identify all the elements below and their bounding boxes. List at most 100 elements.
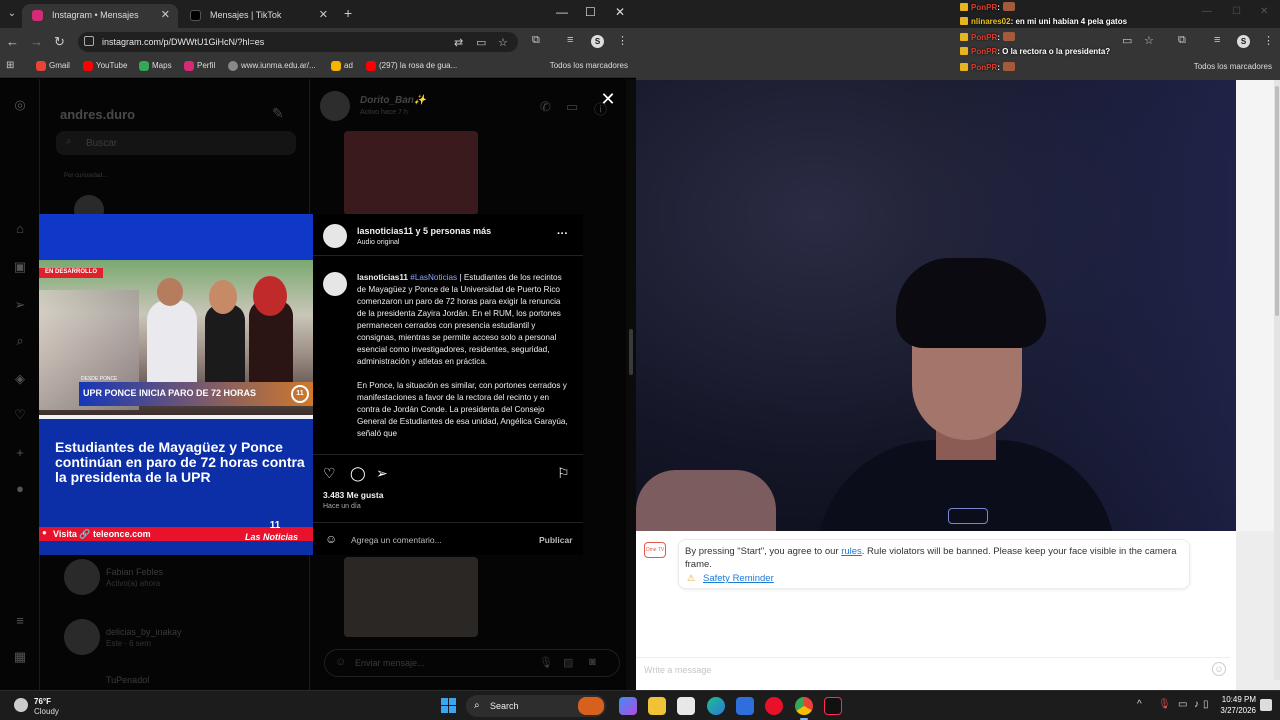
maximize-icon[interactable]: ☐ — [1232, 6, 1241, 17]
emoji-icon[interactable]: ☺ — [1212, 662, 1226, 676]
reload-icon[interactable]: ↻ — [54, 34, 65, 50]
call-icon[interactable]: ✆ — [540, 99, 551, 115]
author-avatar[interactable] — [323, 272, 347, 296]
save-bookmark-icon[interactable]: ⚐ — [557, 465, 570, 482]
minimize-icon[interactable]: — — [1202, 6, 1212, 17]
profile-avatar[interactable]: S — [591, 35, 604, 48]
account-username[interactable]: andres.duro — [60, 107, 135, 122]
message-input[interactable]: Write a message ☺ — [636, 657, 1230, 681]
extensions-icon[interactable]: ⧉ — [532, 34, 540, 47]
rules-link[interactable]: rules — [841, 546, 862, 557]
list-item[interactable]: TuPenadol — [64, 669, 294, 689]
home-icon[interactable]: ⌂ — [12, 221, 28, 237]
microphone-icon[interactable]: 🎙 — [539, 656, 553, 669]
weather-widget[interactable]: 76°F Cloudy — [14, 695, 94, 717]
heart-icon[interactable]: ♡ — [12, 407, 28, 423]
all-bookmarks[interactable]: Todos los marcadores — [536, 61, 628, 70]
like-count[interactable]: 3.483 Me gusta — [323, 490, 383, 500]
more-menu-icon[interactable]: ≡ — [12, 613, 28, 629]
clock[interactable]: 10:49 PM 3/27/2026 — [1212, 695, 1256, 715]
forward-icon[interactable]: → — [30, 34, 43, 49]
post-video[interactable]: EN DESARROLLO DESDE PONCE UPR PONCE INIC… — [39, 214, 313, 555]
direct-icon[interactable]: ➢ — [12, 297, 28, 313]
list-item[interactable]: Fabian Febles Activo(a) ahora — [64, 559, 294, 599]
bookmark-gmail[interactable]: Gmail — [36, 61, 70, 71]
media-icon[interactable]: ≡ — [1214, 34, 1220, 46]
apps-icon[interactable]: ⊞ — [6, 60, 14, 71]
scrollbar-thumb[interactable] — [1275, 86, 1279, 316]
taskbar-search[interactable]: ⌕ Search — [466, 695, 606, 717]
emoji-icon[interactable]: ☺ — [325, 532, 337, 546]
message-input[interactable]: ☺ Enviar mensaje... 🎙 ▨ ◙ — [324, 649, 620, 677]
search-icon[interactable]: ⌕ — [12, 333, 28, 349]
back-icon[interactable]: ← — [6, 34, 19, 49]
bookmark-maps[interactable]: Maps — [139, 61, 172, 71]
comment-input[interactable]: Agrega un comentario... — [351, 535, 442, 545]
bookmark-perfil[interactable]: Perfil — [184, 61, 215, 71]
create-icon[interactable]: + — [12, 445, 28, 461]
close-window-icon[interactable]: ✕ — [615, 5, 625, 19]
like-heart-icon[interactable]: ♡ — [323, 465, 336, 482]
note-bubble[interactable]: Por curiosidad... — [64, 171, 294, 225]
menu-icon[interactable]: ⋮ — [617, 34, 628, 47]
copilot-icon[interactable] — [619, 697, 637, 715]
shared-media[interactable] — [344, 131, 478, 215]
video-call-icon[interactable]: ▭ — [566, 99, 578, 115]
image-icon[interactable]: ▨ — [563, 656, 573, 669]
close-tab-icon[interactable]: ✕ — [319, 8, 328, 21]
sticker-icon[interactable]: ◙ — [589, 656, 596, 668]
close-tab-icon[interactable]: ✕ — [161, 8, 170, 21]
omnibox[interactable]: instagram.com/p/DWWtU1GiHcN/?hl=es ⇄ ▭ ☆ — [78, 32, 518, 52]
comment-icon[interactable]: ◯ — [350, 465, 366, 482]
profile-icon[interactable]: ● — [12, 481, 28, 497]
new-tab-icon[interactable]: + — [344, 5, 352, 21]
bookmark-star-icon[interactable]: ☆ — [498, 36, 508, 49]
list-item[interactable]: delicias_by_inakay Este · 6 sem — [64, 619, 294, 659]
search-input[interactable]: ⌕ Buscar — [56, 131, 296, 155]
battery-icon[interactable]: ▯ — [1203, 699, 1209, 710]
profile-avatar[interactable]: S — [1237, 35, 1250, 48]
microphone-icon[interactable]: 🎙 — [1158, 699, 1171, 710]
store-icon[interactable] — [677, 697, 695, 715]
scrollbar-thumb[interactable] — [629, 329, 633, 375]
maximize-icon[interactable]: ☐ — [585, 5, 596, 19]
publish-button[interactable]: Publicar — [539, 535, 573, 545]
bookmark-la-rosa[interactable]: (297) la rosa de gua... — [366, 61, 457, 71]
close-window-icon[interactable]: ✕ — [1260, 6, 1268, 17]
instagram-logo-icon[interactable]: ◎ — [12, 97, 28, 113]
author-line[interactable]: lasnoticias11 y 5 personas más — [357, 226, 491, 236]
shared-media[interactable] — [344, 557, 478, 637]
mail-icon[interactable] — [736, 697, 754, 715]
translate-icon[interactable]: ⇄ — [454, 36, 463, 49]
notification-icon[interactable] — [1260, 699, 1272, 711]
edge-icon[interactable] — [707, 697, 725, 715]
audio-link[interactable]: Audio original — [357, 239, 399, 246]
chrome-icon[interactable] — [795, 697, 813, 720]
tab-tiktok[interactable]: Mensajes | TikTok ✕ — [180, 4, 336, 28]
tiktok-icon[interactable] — [824, 697, 842, 715]
caption-hashtag[interactable]: #LasNoticias — [410, 273, 457, 282]
start-button[interactable] — [441, 698, 457, 714]
caption-username[interactable]: lasnoticias11 — [357, 273, 408, 282]
show-hidden-icons-icon[interactable]: ^ — [1137, 699, 1142, 710]
more-options-icon[interactable]: ··· — [557, 228, 568, 240]
bookmark-iunma[interactable]: www.iunma.edu.ar/... — [228, 61, 316, 71]
menu-icon[interactable]: ⋮ — [1263, 34, 1274, 47]
tab-instagram[interactable]: Instagram • Mensajes ✕ — [22, 4, 178, 28]
cast-icon[interactable]: ▭ — [476, 36, 486, 49]
bookmark-ad[interactable]: ad — [331, 61, 353, 71]
volume-icon[interactable]: ♪ — [1194, 699, 1199, 710]
tab-search-icon[interactable]: ⌄ — [4, 6, 20, 22]
reels-icon[interactable]: ▣ — [12, 259, 28, 275]
explore-icon[interactable]: ◈ — [12, 371, 28, 387]
author-avatar[interactable] — [323, 224, 347, 248]
site-info-icon[interactable] — [84, 36, 94, 46]
network-icon[interactable]: ▭ — [1178, 699, 1187, 710]
scrollbar[interactable] — [1274, 80, 1280, 680]
compose-icon[interactable]: ✎ — [272, 105, 284, 122]
opera-icon[interactable] — [765, 697, 783, 715]
bookmark-youtube[interactable]: YouTube — [83, 61, 127, 71]
media-icon[interactable]: ≡ — [567, 34, 573, 46]
safety-reminder-link[interactable]: ⚠ Safety Reminder — [685, 573, 774, 584]
meta-icon[interactable]: ▦ — [12, 649, 28, 665]
